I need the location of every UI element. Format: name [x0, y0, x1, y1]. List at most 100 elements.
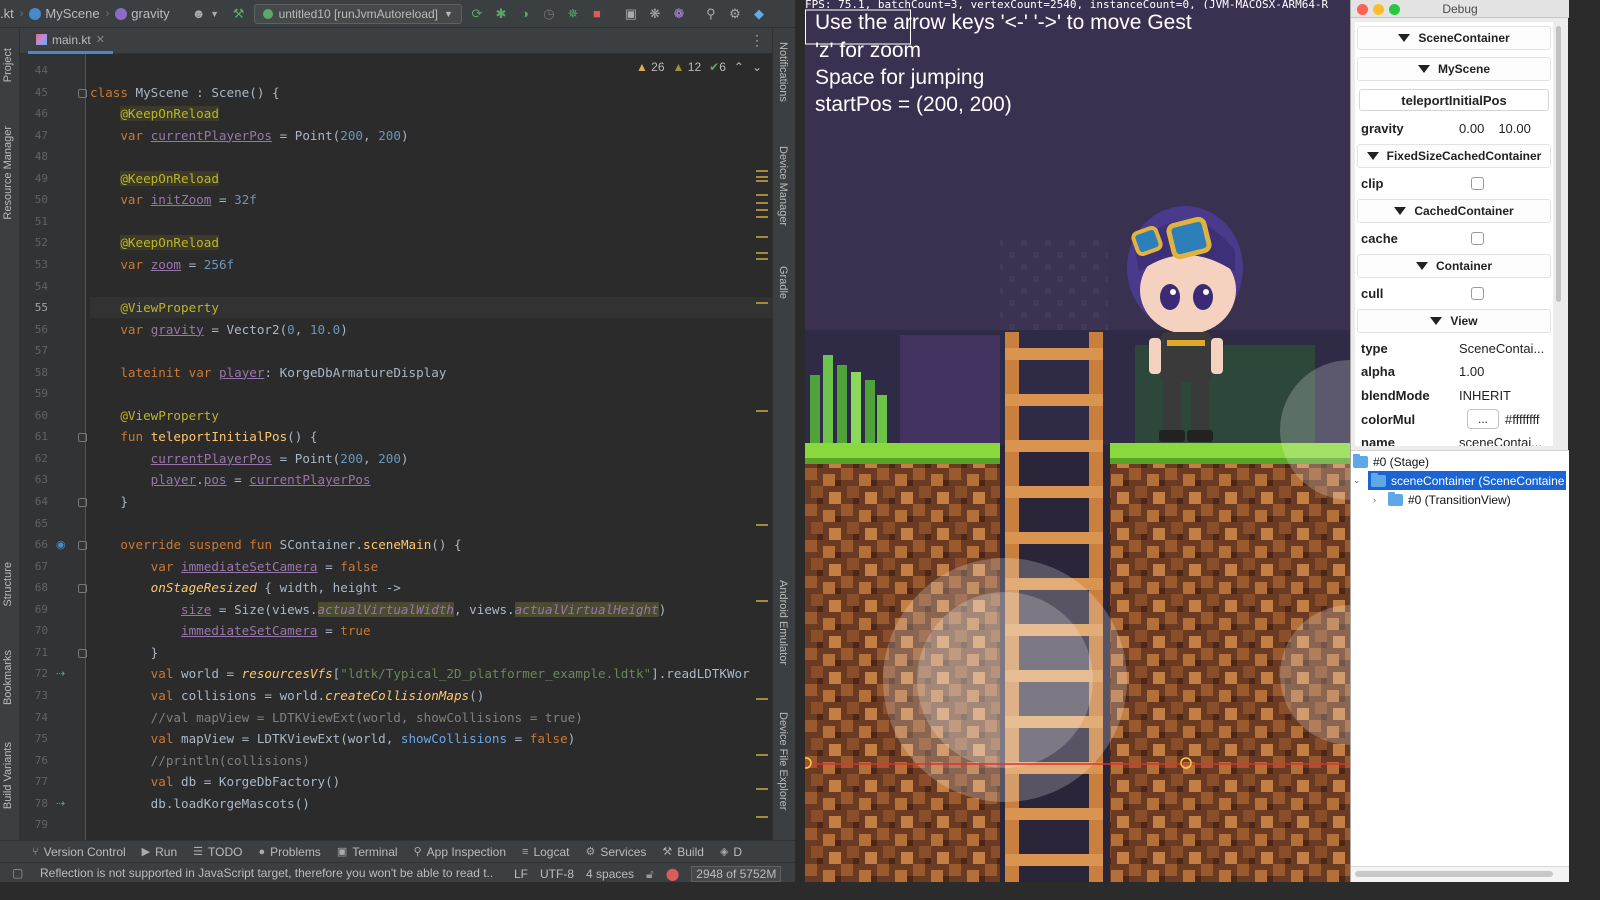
scroll-mark[interactable]	[756, 524, 768, 526]
expand-chevron-icon[interactable]: ⌄	[1353, 475, 1363, 486]
tool-tab-bookmarks[interactable]: Bookmarks	[2, 650, 14, 705]
tree-node-scene-container[interactable]: sceneContainer (SceneContaine	[1368, 471, 1567, 490]
tool-app-inspection[interactable]: ⚲ App Inspection	[414, 845, 506, 859]
code-line[interactable]: var gravity = Vector2(0, 10.0)	[90, 319, 348, 340]
inspection-widget[interactable]: ▲ 26 ▲ 12 ✔6 ⌃ ⌄	[636, 60, 762, 74]
coverage-icon[interactable]: ◑	[516, 5, 534, 23]
fold-marker-icon[interactable]	[78, 541, 87, 551]
code-line[interactable]: @KeepOnReload	[90, 103, 219, 124]
debug-title-bar[interactable]: Debug	[1351, 0, 1569, 18]
code-line[interactable]: class MyScene : Scene() {	[90, 82, 280, 103]
memory-indicator[interactable]: 2948 of 5752M	[691, 866, 782, 882]
code-line[interactable]: lateinit var player: KorgeDbArmatureDisp…	[90, 362, 446, 383]
fold-marker-icon[interactable]	[78, 88, 87, 98]
scroll-mark[interactable]	[756, 302, 768, 304]
code-line[interactable]: var currentPlayerPos = Point(200, 200)	[90, 125, 408, 146]
scroll-mark[interactable]	[756, 180, 768, 182]
attach-debugger-icon[interactable]: ✵	[564, 5, 582, 23]
editor-error-stripe[interactable]	[756, 54, 770, 840]
scroll-mark[interactable]	[756, 816, 768, 818]
scroll-mark[interactable]	[756, 754, 768, 756]
plugin-icon[interactable]: ❁	[670, 5, 688, 23]
close-icon[interactable]: ✕	[96, 33, 105, 46]
code-line[interactable]: override suspend fun SContainer.sceneMai…	[90, 534, 461, 555]
tool-terminal[interactable]: ▣ Terminal	[337, 845, 398, 859]
code-line[interactable]: //println(collisions)	[90, 750, 310, 771]
scroll-mark[interactable]	[756, 170, 768, 172]
warning-count-a[interactable]: ▲ 26	[636, 60, 665, 74]
run-configuration-select[interactable]: untitled10 [runJvmAutoreload] ▼	[253, 3, 462, 24]
scroll-mark[interactable]	[756, 209, 768, 211]
scroll-mark[interactable]	[756, 236, 768, 238]
tool-services[interactable]: ⚙ Services	[585, 845, 646, 859]
build-hammer-icon[interactable]: ⚒	[230, 5, 248, 23]
code-line[interactable]: size = Size(views.actualVirtualWidth, vi…	[90, 599, 666, 620]
code-line[interactable]: @KeepOnReload	[90, 168, 219, 189]
code-line[interactable]: var immediateSetCamera = false	[90, 556, 379, 577]
scrollbar-thumb[interactable]	[1556, 26, 1561, 302]
virtual-joystick-knob[interactable]	[917, 592, 1093, 768]
scroll-mark[interactable]	[756, 788, 768, 790]
rerun-icon[interactable]: ⟳	[468, 5, 486, 23]
tree-node-transition-view[interactable]: › #0 (TransitionView)	[1373, 490, 1567, 509]
code-line[interactable]: player.pos = currentPlayerPos	[90, 469, 371, 490]
chevron-down-icon[interactable]: ▼	[206, 5, 224, 23]
tool-run[interactable]: ▶ Run	[142, 845, 177, 859]
tool-problems[interactable]: ● Problems	[258, 845, 320, 859]
code-line[interactable]: @ViewProperty	[90, 405, 219, 426]
scroll-mark[interactable]	[756, 216, 768, 218]
code-editor[interactable]: 44 45 46 47 48 49 50 51 52 53 54 55 56 57 58 59 60 61 62 63…	[20, 54, 772, 840]
tree-node-scene-container-row[interactable]: ⌄ sceneContainer (SceneContaine	[1353, 471, 1567, 490]
code-line[interactable]: val mapView = LDTKViewExt(world, showCol…	[90, 728, 576, 749]
fold-marker-icon[interactable]	[78, 433, 87, 443]
gravity-x-value[interactable]: 0.00	[1459, 121, 1484, 136]
section-container[interactable]: Container	[1357, 254, 1551, 278]
code-line[interactable]: currentPlayerPos = Point(200, 200)	[90, 448, 409, 469]
tree-horizontal-scrollbar[interactable]	[1351, 866, 1569, 882]
fold-marker-icon[interactable]	[78, 584, 87, 594]
fold-marker-icon[interactable]	[78, 498, 87, 507]
breadcrumb-member[interactable]: gravity	[115, 6, 170, 21]
game-viewport[interactable]: FPS: 75.1, batchCount=3, vertexCount=254…	[805, 0, 1350, 882]
more-options-icon[interactable]: ⋮	[750, 32, 764, 49]
profiler-icon[interactable]: ◷	[540, 5, 558, 23]
code-line[interactable]: var zoom = 256f	[90, 254, 234, 275]
code-line[interactable]: }	[90, 642, 159, 663]
breadcrumb-file[interactable]: .kt	[0, 6, 14, 21]
scroll-mark[interactable]	[756, 194, 768, 196]
lock-icon[interactable]: 🔓︎	[646, 867, 654, 882]
tool-tab-device-manager[interactable]: Device Manager	[777, 146, 789, 226]
fold-marker-icon[interactable]	[78, 648, 87, 658]
code-line[interactable]: }	[90, 491, 128, 512]
property-panel-scrollbar[interactable]	[1553, 22, 1563, 446]
warning-count-b[interactable]: ▲ 12	[673, 60, 702, 74]
teleport-initial-pos-button[interactable]: teleportInitialPos	[1359, 89, 1549, 111]
colormul-value[interactable]: #ffffffff	[1505, 412, 1539, 427]
code-line[interactable]: immediateSetCamera = true	[90, 620, 371, 641]
blendmode-value[interactable]: INHERIT	[1459, 388, 1511, 403]
tool-d[interactable]: ◈ D	[720, 845, 742, 859]
ok-count[interactable]: ✔6	[709, 60, 726, 74]
code-line[interactable]: @KeepOnReload	[90, 232, 219, 253]
tool-tab-device-file-explorer[interactable]: Device File Explorer	[777, 712, 789, 810]
scroll-mark[interactable]	[756, 252, 768, 254]
code-line[interactable]: onStageResized { width, height ->	[90, 577, 401, 598]
section-scenecontainer[interactable]: SceneContainer	[1357, 26, 1551, 50]
clip-checkbox[interactable]	[1471, 176, 1484, 190]
sdk-manager-icon[interactable]: ❋	[646, 5, 664, 23]
indent-setting[interactable]: 4 spaces	[586, 867, 634, 881]
section-fixedsizecachedcontainer[interactable]: FixedSizeCachedContainer	[1357, 144, 1551, 168]
cache-checkbox[interactable]	[1471, 231, 1484, 245]
collapse-chevron-icon[interactable]: ›	[1373, 495, 1383, 505]
error-icon[interactable]: ⬤	[666, 867, 679, 881]
assistant-icon[interactable]: ◆	[750, 5, 768, 23]
code-line[interactable]: var initZoom = 32f	[90, 189, 257, 210]
tool-logcat[interactable]: ≡ Logcat	[522, 845, 569, 859]
code-line[interactable]: //val mapView = LDTKViewExt(world, showC…	[90, 707, 583, 728]
tool-tab-structure[interactable]: Structure	[2, 562, 14, 607]
tool-tab-resource-manager[interactable]: Resource Manager	[2, 126, 14, 220]
code-line[interactable]: val world = resourcesVfs["ldtk/Typical_2…	[90, 663, 750, 684]
code-line[interactable]: fun teleportInitialPos() {	[90, 426, 317, 447]
scroll-mark[interactable]	[756, 600, 768, 602]
cull-checkbox[interactable]	[1471, 286, 1484, 300]
